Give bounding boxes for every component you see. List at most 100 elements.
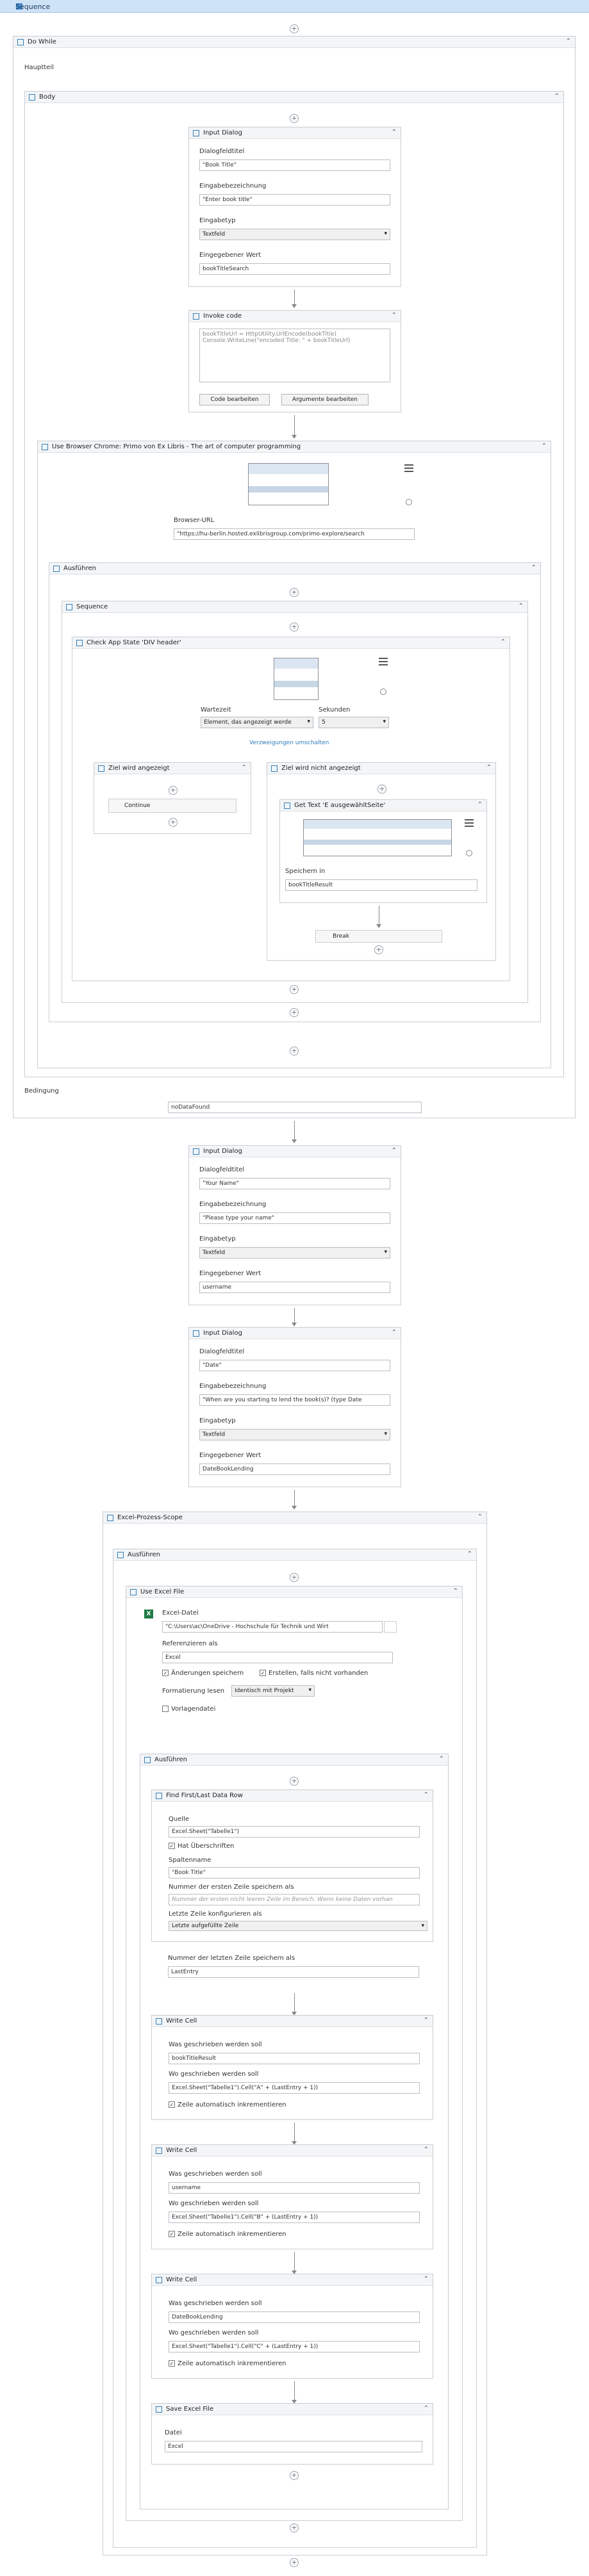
edit-arguments-button[interactable]: Argumente bearbeiten <box>281 394 369 405</box>
configure-last-row-select[interactable]: Letzte aufgefüllte Zeile <box>169 1921 427 1931</box>
menu-icon[interactable] <box>465 819 474 827</box>
add-activity-icon[interactable]: + <box>290 114 299 123</box>
what-to-write-field[interactable]: bookTitleResult <box>169 2053 420 2064</box>
collapse-icon[interactable]: ⌃ <box>424 2146 429 2153</box>
continue-activity[interactable]: Continue <box>108 799 236 813</box>
input-type-select[interactable]: Textfeld <box>199 1429 390 1440</box>
collapse-icon[interactable]: ⌃ <box>518 603 524 610</box>
break-activity[interactable]: Break <box>315 930 442 943</box>
wait-for-select[interactable]: Element, das angezeigt werde <box>201 717 313 728</box>
source-field[interactable]: Excel.Sheet("Tabelle1") <box>169 1826 420 1838</box>
add-activity-icon[interactable]: + <box>377 785 386 794</box>
collapse-icon[interactable]: ⌃ <box>566 38 571 45</box>
save-excel-file-activity[interactable]: Save Excel File ⌃ Datei Excel <box>151 2403 433 2465</box>
add-activity-icon[interactable]: + <box>290 623 299 632</box>
target-appears-branch[interactable]: Ziel wird angezeigt ⌃ + Continue + <box>94 762 251 834</box>
where-to-write-field[interactable]: Excel.Sheet("Tabelle1").Cell("B" + (Last… <box>169 2212 420 2223</box>
invoke-code-activity[interactable]: Invoke code ⌃ bookTitleUrl = HttpUtility.… <box>188 310 401 412</box>
input-label-field[interactable]: "Enter book title" <box>199 194 390 206</box>
input-dialog-date[interactable]: Input Dialog ⌃ Dialogfeldtitel "Date" Ein… <box>188 1327 401 1487</box>
dialog-title-field[interactable]: "Date" <box>199 1360 390 1371</box>
add-activity-icon[interactable]: + <box>290 2523 299 2532</box>
write-cell-c[interactable]: Write Cell ⌃ Was geschrieben werden soll … <box>151 2274 433 2379</box>
add-activity-icon[interactable]: + <box>290 1573 299 1582</box>
write-cell-a[interactable]: Write Cell ⌃ Was geschrieben werden soll … <box>151 2015 433 2120</box>
menu-icon[interactable] <box>379 658 388 665</box>
input-label-field[interactable]: "Please type your name" <box>199 1212 390 1224</box>
seconds-field[interactable]: 5 <box>319 717 389 728</box>
input-type-select[interactable]: Textfeld <box>199 229 390 240</box>
collapse-icon[interactable]: ⌃ <box>477 801 483 808</box>
write-cell-b[interactable]: Write Cell ⌃ Was geschrieben werden soll … <box>151 2144 433 2249</box>
add-activity-icon[interactable]: + <box>374 945 383 954</box>
edit-code-button[interactable]: Code bearbeiten <box>199 394 270 405</box>
template-file-checkbox[interactable] <box>162 1706 169 1712</box>
add-activity-icon[interactable]: + <box>290 2558 299 2567</box>
input-label-field[interactable]: "When are you starting to lend the book(… <box>199 1394 390 1406</box>
has-headers-checkbox[interactable]: ✓ <box>169 1843 175 1849</box>
auto-increment-checkbox[interactable]: ✓ <box>169 2101 175 2108</box>
what-to-write-field[interactable]: username <box>169 2182 420 2194</box>
entered-value-field[interactable]: DateBookLending <box>199 1463 390 1475</box>
column-name-field[interactable]: "Book Title" <box>169 1867 420 1879</box>
add-activity-icon[interactable]: + <box>290 588 299 597</box>
save-changes-checkbox[interactable]: ✓ <box>162 1670 169 1676</box>
input-dialog-your-name[interactable]: Input Dialog ⌃ Dialogfeldtitel "Your Name… <box>188 1145 401 1305</box>
collapse-icon[interactable]: ⌃ <box>424 2276 429 2283</box>
input-type-select[interactable]: Textfeld <box>199 1247 390 1259</box>
dialog-title-field[interactable]: "Book Title" <box>199 159 390 171</box>
excel-file-path-field[interactable]: "C:\Users\ac\OneDrive - Hochschule für T… <box>162 1621 383 1633</box>
entered-value-field[interactable]: username <box>199 1282 390 1293</box>
collapse-icon[interactable]: ⌃ <box>453 1588 458 1595</box>
reference-as-field[interactable]: Excel <box>162 1652 393 1663</box>
auto-increment-checkbox[interactable]: ✓ <box>169 2360 175 2367</box>
add-activity-icon[interactable]: + <box>290 2471 299 2480</box>
find-data-row-activity[interactable]: Find First/Last Data Row ⌃ Quelle Excel.S… <box>151 1789 433 1942</box>
collapse-icon[interactable]: ⌃ <box>392 312 397 319</box>
add-activity-icon[interactable]: + <box>290 1047 299 1056</box>
collapse-icon[interactable]: ⌃ <box>467 1551 472 1558</box>
magnifier-icon[interactable] <box>380 689 386 695</box>
read-formatting-select[interactable]: Identisch mit Projekt <box>231 1685 315 1697</box>
add-activity-icon[interactable]: + <box>290 24 299 33</box>
add-activity-icon[interactable]: + <box>290 985 299 994</box>
add-activity-icon[interactable]: + <box>169 786 178 795</box>
browse-folder-icon[interactable] <box>384 1621 397 1633</box>
create-if-missing-checkbox[interactable]: ✓ <box>260 1670 266 1676</box>
toggle-branches-link[interactable]: Verzweigungen umschalten <box>249 740 329 746</box>
collapse-icon[interactable]: ⌃ <box>424 1791 429 1798</box>
auto-increment-checkbox[interactable]: ✓ <box>169 2231 175 2237</box>
where-to-write-field[interactable]: Excel.Sheet("Tabelle1").Cell("A" + (Last… <box>169 2082 420 2094</box>
condition-field[interactable]: noDataFound <box>168 1102 422 1113</box>
add-activity-icon[interactable]: + <box>169 818 178 827</box>
collapse-icon[interactable]: ⌃ <box>392 129 397 136</box>
last-row-field[interactable]: LastEntry <box>168 1966 419 1978</box>
collapse-icon[interactable]: ⌃ <box>501 639 506 646</box>
menu-icon[interactable] <box>404 464 413 472</box>
collapse-icon[interactable]: ⌃ <box>242 764 247 771</box>
collapse-icon[interactable]: ⌃ <box>439 1756 444 1763</box>
collapse-icon[interactable]: ⌃ <box>424 2405 429 2412</box>
collapse-icon[interactable]: ⌃ <box>531 564 536 571</box>
get-text-activity[interactable]: Get Text 'E ausgewähltSeite' ⌃ Speichern … <box>279 799 487 903</box>
magnifier-icon[interactable] <box>406 499 412 505</box>
collapse-icon[interactable]: ⌃ <box>392 1147 397 1154</box>
collapse-icon[interactable]: ⌃ <box>542 443 547 450</box>
collapse-icon[interactable]: ⌃ <box>424 2017 429 2024</box>
browser-url-field[interactable]: "https://hu-berlin.hosted.exlibrisgroup.… <box>174 528 415 540</box>
save-to-field[interactable]: bookTitleResult <box>285 879 477 891</box>
add-activity-icon[interactable]: + <box>290 1777 299 1786</box>
magnifier-icon[interactable] <box>466 850 472 856</box>
file-field[interactable]: Excel <box>165 2441 422 2452</box>
collapse-icon[interactable]: ⌃ <box>392 1329 397 1336</box>
entered-value-field[interactable]: bookTitleSearch <box>199 263 390 275</box>
code-preview[interactable]: bookTitleUrl = HttpUtility.UrlEncode(boo… <box>199 329 390 382</box>
collapse-icon[interactable]: ⌃ <box>477 1513 483 1520</box>
collapse-icon[interactable]: ⌃ <box>486 764 492 771</box>
input-dialog-book-title[interactable]: Input Dialog ⌃ Dialogfeldtitel "Book Titl… <box>188 127 401 287</box>
dialog-title-field[interactable]: "Your Name" <box>199 1178 390 1189</box>
where-to-write-field[interactable]: Excel.Sheet("Tabelle1").Cell("C" + (Last… <box>169 2341 420 2352</box>
collapse-icon[interactable]: ⌃ <box>554 93 560 100</box>
what-to-write-field[interactable]: DateBookLending <box>169 2311 420 2323</box>
add-activity-icon[interactable]: + <box>290 1008 299 1017</box>
